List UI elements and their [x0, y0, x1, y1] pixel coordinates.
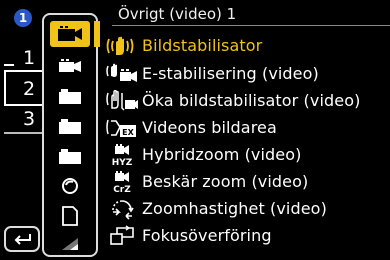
back-button[interactable] — [4, 226, 40, 252]
tab-wireless[interactable] — [50, 231, 90, 257]
camera-icon — [59, 149, 81, 164]
page-number-column: 1 1 2 3 — [0, 0, 44, 260]
camera-icon — [59, 119, 81, 134]
tab-card[interactable] — [50, 203, 90, 229]
boost-stabilizer-icon — [104, 87, 140, 114]
svg-text:EX: EX — [122, 128, 134, 137]
crop-zoom-icon: CrZ — [104, 168, 140, 195]
image-area-icon: EX — [104, 114, 140, 141]
hand-shake-icon — [104, 32, 140, 59]
page-selection-bracket — [4, 70, 44, 106]
menu-header: Övrigt (video) 1 — [112, 3, 390, 26]
menu-item-zoom-speed[interactable]: Zoomhastighet (video) — [104, 195, 390, 222]
focus-transition-icon — [104, 222, 140, 249]
page-title: Övrigt (video) 1 — [118, 5, 237, 23]
card-icon — [62, 206, 78, 226]
video-camera-icon — [59, 59, 81, 72]
menu-item-boost-stabilizer[interactable]: Öka bildstabilisator (video) — [104, 87, 390, 114]
page-number-3[interactable]: 3 — [21, 108, 37, 130]
menu-item-focus-transition[interactable]: Fokusöverföring — [104, 222, 390, 249]
tab-video-other[interactable] — [50, 21, 100, 47]
page-badge: 1 — [14, 9, 32, 27]
svg-text:HYZ: HYZ — [112, 158, 133, 166]
tab-camera-3[interactable] — [50, 143, 90, 169]
camera-icon — [59, 89, 81, 104]
menu-item-video-image-area[interactable]: EX Videons bildarea — [104, 114, 390, 141]
wireless-icon — [62, 238, 78, 250]
tab-camera-1[interactable] — [50, 83, 90, 109]
svg-text:CrZ: CrZ — [113, 185, 131, 193]
zoom-speed-icon — [104, 195, 140, 222]
menu-item-label: Hybridzoom (video) — [142, 145, 302, 164]
header-divider — [112, 25, 390, 26]
hybrid-zoom-icon: HYZ — [104, 141, 140, 168]
page-divider-top — [4, 64, 14, 66]
menu-item-image-stabilizer[interactable]: Bildstabilisator — [104, 32, 390, 59]
menu-item-hybrid-zoom[interactable]: HYZ Hybridzoom (video) — [104, 141, 390, 168]
menu-item-label: Beskär zoom (video) — [142, 172, 309, 191]
tab-video[interactable] — [50, 53, 90, 79]
menu-item-label: Zoomhastighet (video) — [142, 199, 327, 218]
lens-icon — [62, 178, 78, 194]
menu-item-label: Fokusöverföring — [142, 226, 272, 245]
menu-item-crop-zoom[interactable]: CrZ Beskär zoom (video) — [104, 168, 390, 195]
menu-tab-column — [42, 13, 100, 257]
page-number-1[interactable]: 1 — [21, 47, 37, 69]
electronic-stabilizer-icon — [104, 60, 140, 87]
tab-camera-2[interactable] — [50, 113, 90, 139]
menu-item-label: Öka bildstabilisator (video) — [142, 91, 361, 110]
menu-item-label: Bildstabilisator — [142, 36, 263, 55]
menu-item-label: E-stabilisering (video) — [142, 64, 319, 83]
tab-lens[interactable] — [50, 173, 90, 199]
menu-item-label: Videons bildarea — [142, 118, 277, 137]
menu-item-e-stabilization[interactable]: E-stabilisering (video) — [104, 60, 390, 87]
back-arrow-icon — [14, 234, 31, 245]
page-divider-bottom — [4, 132, 42, 134]
video-camera-icon — [58, 26, 82, 41]
